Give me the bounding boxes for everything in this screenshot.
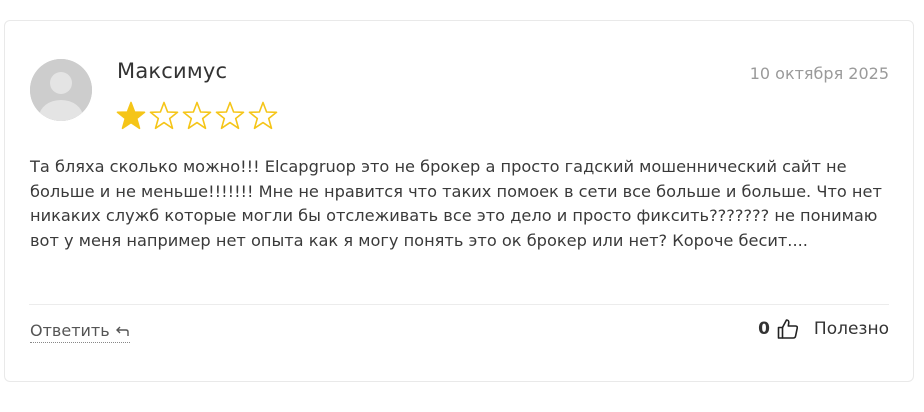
divider [29,304,889,305]
thumbs-up-icon[interactable] [776,317,800,341]
review-date: 10 октября 2025 [749,64,889,83]
reply-label: Ответить [30,321,110,340]
useful-count: 0 [758,319,770,339]
star-empty-icon [182,101,212,130]
review-card: Максимус 10 октября 2025 Та бляха скольк… [4,20,914,382]
star-empty-icon [149,101,179,130]
author-name: Максимус [117,59,228,83]
reply-button[interactable]: Ответить [30,321,130,343]
star-empty-icon [215,101,245,130]
useful-button[interactable]: Полезно [814,319,889,339]
avatar [30,59,92,121]
review-text: Та бляха сколько можно!!! Elcapgruop это… [30,157,882,250]
useful-block: 0 Полезно [758,317,889,341]
star-empty-icon [248,101,278,130]
star-rating [115,100,279,132]
user-placeholder-icon [30,59,92,121]
reply-arrow-icon [115,326,129,336]
star-filled-icon [116,101,146,130]
